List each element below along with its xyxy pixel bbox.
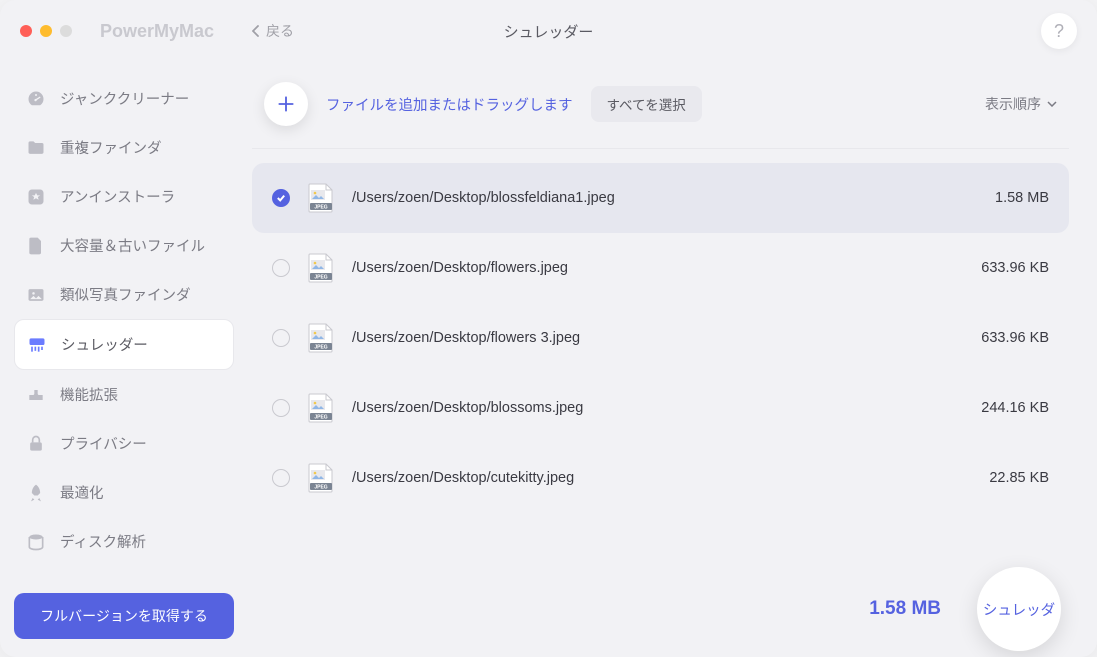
total-size: 1.58 MB: [869, 598, 941, 620]
plugin-icon: [26, 385, 46, 405]
file-row[interactable]: JPEG/Users/zoen/Desktop/blossoms.jpeg 244…: [252, 373, 1069, 443]
file-size: 244.16 KB: [981, 400, 1049, 416]
disk-icon: [26, 532, 46, 552]
svg-text:JPEG: JPEG: [314, 415, 327, 421]
minimize-window[interactable]: [40, 25, 52, 37]
rocket-icon: [26, 483, 46, 503]
sidebar-item-label: 大容量＆古いファイル: [60, 235, 205, 256]
chevron-down-icon: [1047, 101, 1057, 107]
file-row[interactable]: JPEG/Users/zoen/Desktop/flowers 3.jpeg 63…: [252, 303, 1069, 373]
svg-text:JPEG: JPEG: [314, 485, 327, 491]
plus-icon: [276, 94, 296, 114]
app-window: PowerMyMac 戻る シュレッダー ? ジャンククリーナー 重複ファインダ…: [0, 0, 1097, 657]
sidebar-item-label: 最適化: [60, 482, 104, 503]
jpeg-file-icon: JPEG: [308, 393, 334, 423]
sidebar: ジャンククリーナー 重複ファインダ アンインストーラ 大容量＆古いファイル 類似…: [0, 62, 248, 657]
gauge-icon: [26, 89, 46, 109]
file-size: 633.96 KB: [981, 260, 1049, 276]
sidebar-item-extensions[interactable]: 機能拡張: [14, 370, 234, 419]
main-content: ファイルを追加またはドラッグします すべてを選択 表示順序 JPEG/Users…: [248, 62, 1097, 657]
sidebar-item-label: シュレッダー: [61, 334, 148, 355]
sidebar-item-optimize[interactable]: 最適化: [14, 468, 234, 517]
jpeg-file-icon: JPEG: [308, 463, 334, 493]
help-button[interactable]: ?: [1041, 13, 1077, 49]
file-icon: [26, 236, 46, 256]
file-size: 633.96 KB: [981, 330, 1049, 346]
add-files-button[interactable]: [264, 82, 308, 126]
file-path: /Users/zoen/Desktop/blossoms.jpeg: [352, 400, 963, 416]
sidebar-item-label: プライバシー: [60, 433, 147, 454]
sidebar-item-label: ディスク解析: [60, 531, 146, 552]
traffic-lights: [20, 25, 72, 37]
file-checkbox[interactable]: [272, 189, 290, 207]
sidebar-item-label: アンインストーラ: [60, 186, 175, 207]
sort-label: 表示順序: [985, 94, 1041, 114]
jpeg-file-icon: JPEG: [308, 253, 334, 283]
jpeg-file-icon: JPEG: [308, 323, 334, 353]
file-path: /Users/zoen/Desktop/flowers.jpeg: [352, 260, 963, 276]
close-window[interactable]: [20, 25, 32, 37]
sort-button[interactable]: 表示順序: [985, 94, 1057, 114]
file-row[interactable]: JPEG/Users/zoen/Desktop/flowers.jpeg 633.…: [252, 233, 1069, 303]
file-size: 22.85 KB: [989, 470, 1049, 486]
sidebar-item-label: 重複ファインダ: [60, 137, 162, 158]
file-path: /Users/zoen/Desktop/blossfeldiana1.jpeg: [352, 190, 977, 206]
file-path: /Users/zoen/Desktop/cutekitty.jpeg: [352, 470, 971, 486]
file-row[interactable]: JPEG/Users/zoen/Desktop/blossfeldiana1.j…: [252, 163, 1069, 233]
sidebar-item-uninstaller[interactable]: アンインストーラ: [14, 172, 234, 221]
file-checkbox[interactable]: [272, 399, 290, 417]
select-all-button[interactable]: すべてを選択: [591, 86, 702, 122]
back-label: 戻る: [266, 21, 294, 41]
jpeg-file-icon: JPEG: [308, 183, 334, 213]
file-size: 1.58 MB: [995, 190, 1049, 206]
file-path: /Users/zoen/Desktop/flowers 3.jpeg: [352, 330, 963, 346]
svg-text:JPEG: JPEG: [314, 345, 327, 351]
file-checkbox[interactable]: [272, 259, 290, 277]
sidebar-item-privacy[interactable]: プライバシー: [14, 419, 234, 468]
sidebar-item-disk-analysis[interactable]: ディスク解析: [14, 517, 234, 566]
sidebar-item-duplicate-finder[interactable]: 重複ファインダ: [14, 123, 234, 172]
image-icon: [26, 285, 46, 305]
drag-files-label: ファイルを追加またはドラッグします: [326, 94, 573, 115]
body-area: ジャンククリーナー 重複ファインダ アンインストーラ 大容量＆古いファイル 類似…: [0, 62, 1097, 657]
file-checkbox[interactable]: [272, 469, 290, 487]
toolbar: ファイルを追加またはドラッグします すべてを選択 表示順序: [252, 74, 1069, 149]
sidebar-item-junk-cleaner[interactable]: ジャンククリーナー: [14, 74, 234, 123]
back-button[interactable]: 戻る: [252, 21, 294, 41]
window-title: シュレッダー: [504, 21, 594, 42]
shred-button[interactable]: シュレッダ: [977, 567, 1061, 651]
app-icon: [26, 187, 46, 207]
sidebar-item-large-old-files[interactable]: 大容量＆古いファイル: [14, 221, 234, 270]
maximize-window[interactable]: [60, 25, 72, 37]
file-row[interactable]: JPEG/Users/zoen/Desktop/cutekitty.jpeg 22…: [252, 443, 1069, 513]
chevron-left-icon: [252, 25, 260, 37]
full-version-button[interactable]: フルバージョンを取得する: [14, 593, 234, 639]
svg-text:JPEG: JPEG: [314, 205, 327, 211]
titlebar: PowerMyMac 戻る シュレッダー ?: [0, 0, 1097, 62]
app-name: PowerMyMac: [100, 21, 214, 42]
sidebar-item-label: 類似写真ファインダ: [60, 284, 191, 305]
file-checkbox[interactable]: [272, 329, 290, 347]
shredder-icon: [27, 335, 47, 355]
svg-text:JPEG: JPEG: [314, 275, 327, 281]
sidebar-item-similar-photos[interactable]: 類似写真ファインダ: [14, 270, 234, 319]
lock-icon: [26, 434, 46, 454]
sidebar-item-label: ジャンククリーナー: [60, 88, 189, 109]
sidebar-item-shredder[interactable]: シュレッダー: [14, 319, 234, 370]
folder-icon: [26, 138, 46, 158]
footer-bar: 1.58 MB シュレッダ: [248, 561, 1097, 657]
sidebar-item-label: 機能拡張: [60, 384, 118, 405]
